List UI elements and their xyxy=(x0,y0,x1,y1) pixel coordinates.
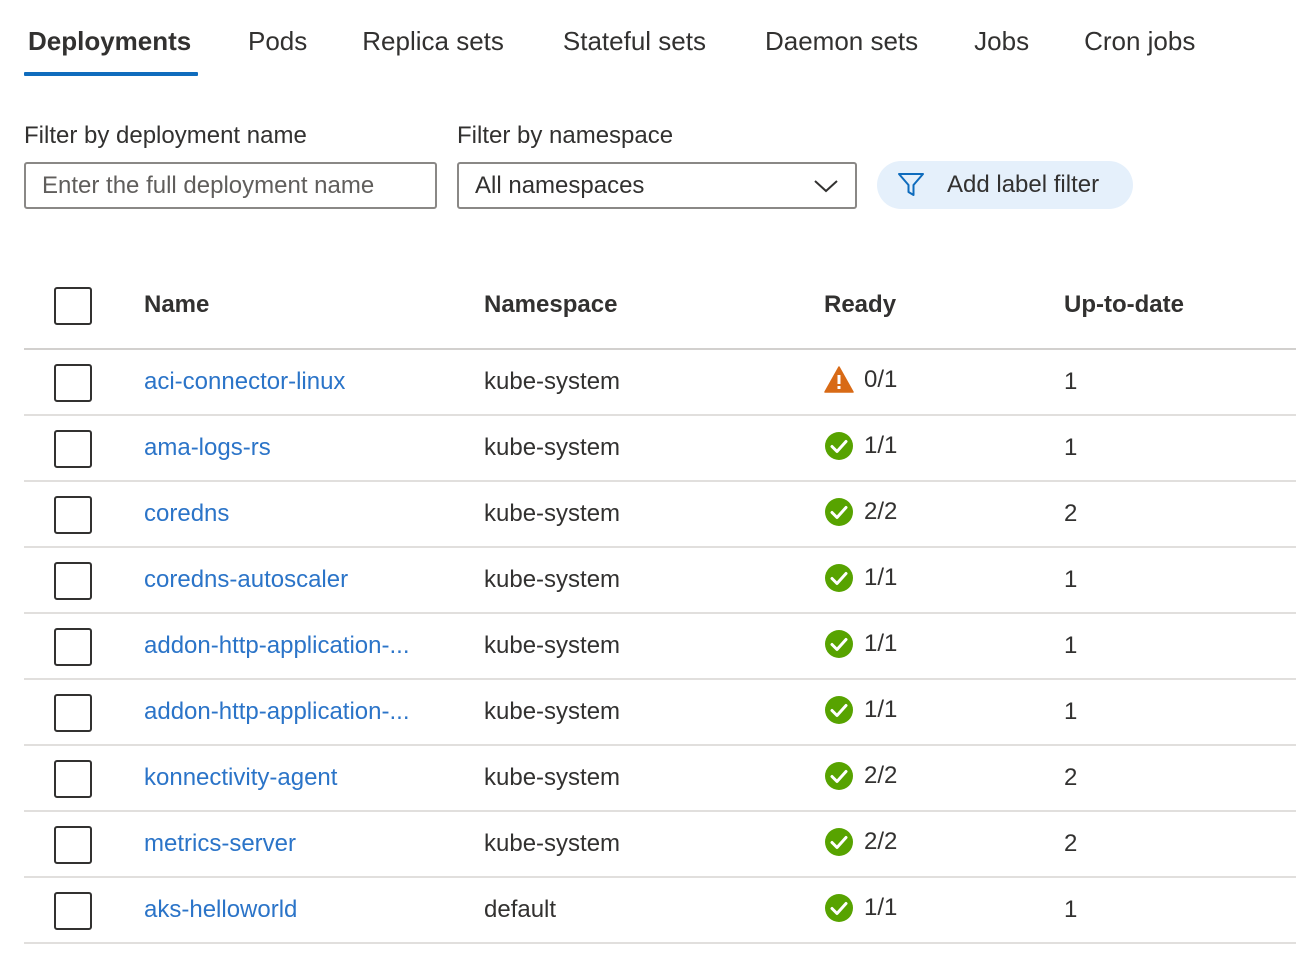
table-row[interactable]: ama-logs-rs kube-system 1/1 1 xyxy=(24,416,1296,482)
table-row[interactable]: aci-connector-linux kube-system 0/1 1 xyxy=(24,350,1296,416)
row-checkbox[interactable] xyxy=(54,892,92,930)
up-to-date-cell: 1 xyxy=(1064,434,1078,461)
up-to-date-cell: 1 xyxy=(1064,632,1078,659)
tab-cron-jobs[interactable]: Cron jobs xyxy=(1080,0,1195,78)
ready-cell: 0/1 xyxy=(824,365,897,395)
check-circle-icon xyxy=(825,696,853,724)
filter-funnel-icon xyxy=(898,173,924,196)
tab-replica-sets[interactable]: Replica sets xyxy=(358,0,504,78)
namespace-cell: kube-system xyxy=(484,764,621,791)
ready-cell: 2/2 xyxy=(824,827,897,857)
ready-cell: 1/1 xyxy=(824,695,897,725)
ready-count: 2/2 xyxy=(864,498,898,525)
row-checkbox[interactable] xyxy=(54,760,92,798)
deployment-name-filter-label: Filter by deployment name xyxy=(24,122,307,149)
tab-jobs[interactable]: Jobs xyxy=(970,0,1029,78)
deployment-name-link[interactable]: coredns xyxy=(144,500,444,528)
up-to-date-cell: 2 xyxy=(1064,500,1078,527)
up-to-date-cell: 1 xyxy=(1064,368,1078,395)
chevron-down-icon xyxy=(814,179,838,192)
ready-cell: 2/2 xyxy=(824,761,897,791)
ready-count: 1/1 xyxy=(864,564,898,591)
ready-count: 0/1 xyxy=(864,366,898,393)
row-checkbox[interactable] xyxy=(54,628,92,666)
deployment-name-link[interactable]: konnectivity-agent xyxy=(144,764,444,792)
table-row[interactable]: addon-http-application-... kube-system 1/1… xyxy=(24,614,1296,680)
table-row[interactable]: aks-helloworld default 1/1 1 xyxy=(24,878,1296,944)
up-to-date-cell: 2 xyxy=(1064,830,1078,857)
table-row[interactable]: metrics-server kube-system 2/2 2 xyxy=(24,812,1296,878)
ready-cell: 1/1 xyxy=(824,563,897,593)
ready-count: 1/1 xyxy=(864,630,898,657)
row-checkbox[interactable] xyxy=(54,496,92,534)
check-circle-icon xyxy=(825,894,853,922)
namespace-cell: kube-system xyxy=(484,566,621,593)
deployment-name-link[interactable]: metrics-server xyxy=(144,830,444,858)
deployment-name-link[interactable]: aks-helloworld xyxy=(144,896,444,924)
resource-tabs: Deployments Pods Replica sets Stateful s… xyxy=(24,0,1195,78)
namespace-cell: kube-system xyxy=(484,632,621,659)
up-to-date-cell: 1 xyxy=(1064,698,1078,725)
column-header-up-to-date[interactable]: Up-to-date xyxy=(1064,291,1184,319)
table-row[interactable]: coredns kube-system 2/2 2 xyxy=(24,482,1296,548)
check-circle-icon xyxy=(825,432,853,460)
deployment-name-link[interactable]: ama-logs-rs xyxy=(144,434,444,462)
namespace-cell: kube-system xyxy=(484,698,621,725)
row-checkbox[interactable] xyxy=(54,364,92,402)
namespace-cell: kube-system xyxy=(484,500,621,527)
warning-triangle-icon xyxy=(824,366,854,393)
deployments-table: Name Namespace Ready Up-to-date aci-conn… xyxy=(24,266,1296,944)
check-circle-icon xyxy=(825,498,853,526)
column-header-name[interactable]: Name xyxy=(144,291,444,319)
ready-count: 2/2 xyxy=(864,828,898,855)
column-header-ready[interactable]: Ready xyxy=(824,291,896,319)
deployment-name-input[interactable] xyxy=(24,162,437,209)
ready-count: 1/1 xyxy=(864,894,898,921)
deployment-name-link[interactable]: addon-http-application-... xyxy=(144,698,444,726)
namespace-cell: default xyxy=(484,896,557,923)
tab-stateful-sets[interactable]: Stateful sets xyxy=(559,0,706,78)
namespace-cell: kube-system xyxy=(484,434,621,461)
row-checkbox[interactable] xyxy=(54,826,92,864)
filter-bar: Filter by deployment name Filter by name… xyxy=(24,120,1284,220)
ready-cell: 1/1 xyxy=(824,629,897,659)
deployment-name-link[interactable]: addon-http-application-... xyxy=(144,632,444,660)
ready-count: 1/1 xyxy=(864,432,898,459)
namespace-filter-label: Filter by namespace xyxy=(457,122,674,149)
row-checkbox[interactable] xyxy=(54,562,92,600)
deployment-name-link[interactable]: aci-connector-linux xyxy=(144,368,444,396)
ready-cell: 1/1 xyxy=(824,893,897,923)
up-to-date-cell: 1 xyxy=(1064,896,1078,923)
table-row[interactable]: addon-http-application-... kube-system 1/1… xyxy=(24,680,1296,746)
check-circle-icon xyxy=(825,828,853,856)
row-checkbox[interactable] xyxy=(54,694,92,732)
check-circle-icon xyxy=(825,630,853,658)
ready-cell: 1/1 xyxy=(824,431,897,461)
deployment-name-link[interactable]: coredns-autoscaler xyxy=(144,566,444,594)
up-to-date-cell: 2 xyxy=(1064,764,1078,791)
tab-daemon-sets[interactable]: Daemon sets xyxy=(761,0,918,78)
row-checkbox[interactable] xyxy=(54,430,92,468)
check-circle-icon xyxy=(825,762,853,790)
table-row[interactable]: coredns-autoscaler kube-system 1/1 1 xyxy=(24,548,1296,614)
ready-cell: 2/2 xyxy=(824,497,897,527)
namespace-cell: kube-system xyxy=(484,368,621,395)
ready-count: 1/1 xyxy=(864,696,898,723)
column-header-namespace[interactable]: Namespace xyxy=(484,291,617,319)
ready-count: 2/2 xyxy=(864,762,898,789)
check-circle-icon xyxy=(825,564,853,592)
namespace-dropdown[interactable]: All namespaces xyxy=(457,162,857,209)
namespace-dropdown-value: All namespaces xyxy=(475,171,645,199)
table-row[interactable]: konnectivity-agent kube-system 2/2 2 xyxy=(24,746,1296,812)
up-to-date-cell: 1 xyxy=(1064,566,1078,593)
table-header-row: Name Namespace Ready Up-to-date xyxy=(24,266,1296,350)
select-all-checkbox[interactable] xyxy=(54,287,92,325)
add-label-filter-label: Add label filter xyxy=(947,171,1100,198)
namespace-cell: kube-system xyxy=(484,830,621,857)
tab-deployments[interactable]: Deployments xyxy=(24,0,198,78)
tab-pods[interactable]: Pods xyxy=(244,0,307,78)
add-label-filter-button[interactable]: Add label filter xyxy=(877,161,1133,209)
